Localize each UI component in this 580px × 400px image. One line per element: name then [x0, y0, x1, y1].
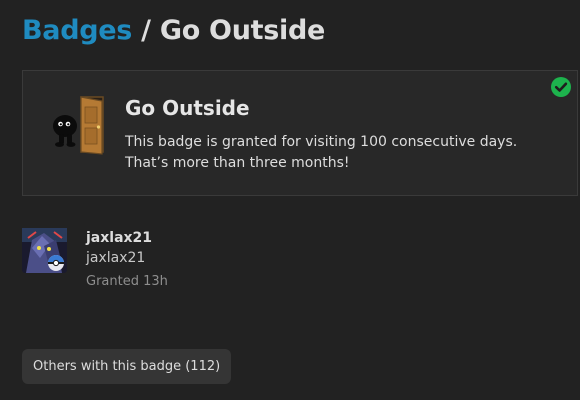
- granted-time: Granted 13h: [86, 274, 168, 289]
- page-title: Badges / Go Outside: [22, 15, 325, 46]
- breadcrumb-separator: /: [141, 15, 151, 46]
- granted-user-row: jaxlax21 jaxlax21 Granted 13h: [22, 228, 382, 298]
- user-avatar[interactable]: [22, 228, 67, 273]
- badge-description: This badge is granted for visiting 100 c…: [125, 134, 518, 171]
- breadcrumb-badges-link[interactable]: Badges: [22, 15, 132, 46]
- username-link[interactable]: jaxlax21: [86, 230, 152, 246]
- user-full-name: jaxlax21: [86, 250, 146, 266]
- badge-card: Go Outside This badge is granted for vis…: [22, 70, 578, 196]
- breadcrumb-current: Go Outside: [159, 15, 325, 46]
- others-with-badge-button[interactable]: Others with this badge (112): [22, 349, 232, 384]
- door-with-character-icon: [53, 96, 104, 155]
- check-circle-icon: [551, 77, 571, 97]
- badge-title: Go Outside: [125, 96, 250, 120]
